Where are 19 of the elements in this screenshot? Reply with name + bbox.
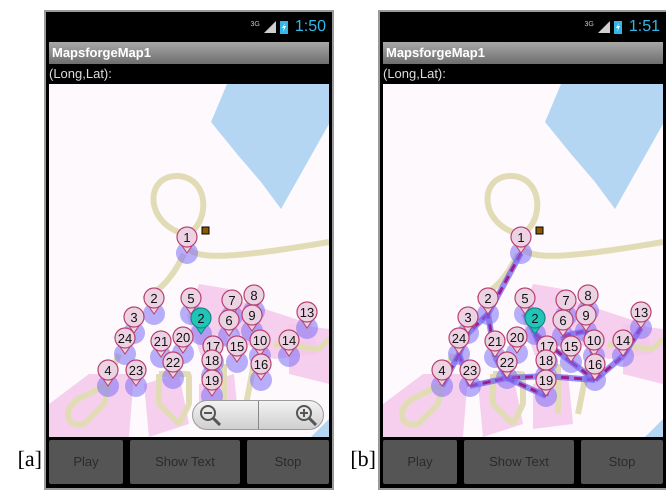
coordinates-label: (Long,Lat): [48, 65, 113, 83]
battery-charging-icon [280, 20, 288, 34]
lake-area [645, 419, 663, 437]
signal-icon [598, 21, 610, 33]
clock-time: 1:50 [294, 17, 326, 37]
coordinates-label: (Long,Lat): [382, 65, 447, 83]
app-title-bar: MapsforgeMap1 [49, 42, 329, 64]
signal-icon [264, 21, 276, 33]
app-title-bar: MapsforgeMap1 [383, 42, 663, 64]
battery-charging-icon [614, 20, 622, 34]
map-poi-icon [202, 226, 210, 234]
lake-area [311, 419, 329, 437]
zoom-in-icon [295, 404, 317, 426]
zoom-out-icon [199, 404, 221, 426]
clock-time: 1:51 [628, 17, 660, 37]
figure-caption: [a] [16, 445, 43, 473]
map-poi-icon [536, 226, 544, 234]
figure-caption: [b] [349, 445, 377, 473]
footpath [156, 371, 192, 426]
